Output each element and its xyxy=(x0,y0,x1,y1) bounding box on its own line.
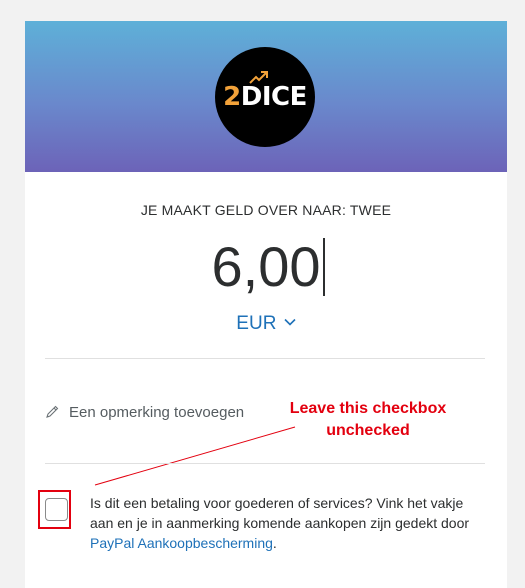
recipient-label: JE MAAKT GELD OVER NAAR: TWEE xyxy=(140,202,392,218)
annotation-line-1: Leave this checkbox xyxy=(289,400,447,417)
logo-word: DICE xyxy=(240,82,308,112)
header-banner: 2 DICE xyxy=(25,21,507,172)
recipient-logo: 2 DICE xyxy=(215,47,315,147)
logo-number: 2 xyxy=(223,82,241,112)
annotation-line-2: unchecked xyxy=(326,422,410,439)
amount-value: 6,00 xyxy=(211,235,321,298)
text-caret xyxy=(323,238,325,296)
currency-selector[interactable]: EUR xyxy=(25,313,507,335)
add-note-label: Een opmerking toevoegen xyxy=(69,403,245,421)
chevron-down-icon xyxy=(284,318,296,326)
purchase-protection-description: Is dit een betaling voor goederen of ser… xyxy=(90,495,470,531)
purchase-protection-text: Is dit een betaling voor goederen of ser… xyxy=(90,493,490,553)
divider xyxy=(45,463,485,464)
purchase-protection-link[interactable]: PayPal Aankoopbescherming xyxy=(90,535,273,551)
amount-input[interactable]: 6,00 xyxy=(211,234,325,300)
instruction-annotation: Leave this checkbox unchecked xyxy=(268,398,468,442)
amount-field[interactable]: 6,00 xyxy=(25,234,507,302)
pencil-icon xyxy=(46,405,59,418)
purchase-protection-suffix: . xyxy=(272,535,277,551)
growth-arrow-icon xyxy=(249,71,269,84)
purchase-protection-checkbox[interactable] xyxy=(45,498,68,521)
currency-label: EUR xyxy=(236,313,277,334)
divider xyxy=(45,358,485,359)
add-note-button[interactable]: Een opmerking toevoegen xyxy=(45,401,244,423)
payment-card: 2 DICE JE MAAKT GELD OVER NAAR: TWEE 6,0… xyxy=(25,21,507,588)
